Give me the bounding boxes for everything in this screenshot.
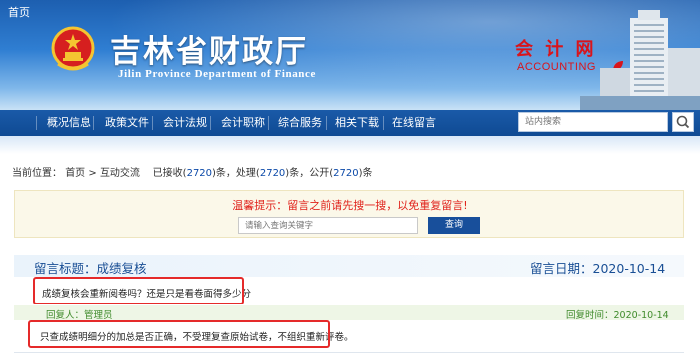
keyword-search-input[interactable]: [238, 217, 418, 234]
message-date-label: 留言日期：: [530, 261, 593, 276]
reply-time-label: 回复时间：: [566, 310, 614, 321]
count-suffix: )条: [358, 168, 373, 179]
nav-item-services[interactable]: 综合服务: [278, 110, 322, 136]
nav-divider: [36, 116, 37, 130]
breadcrumb: 当前位置： 首页 > 互动交流 已接收(2720)条，处理(2720)条，公开(…: [12, 164, 372, 179]
breadcrumb-home[interactable]: 首页: [65, 168, 85, 179]
nav-item-titles[interactable]: 会计职称: [221, 110, 265, 136]
site-subtitle: Jilin Province Department of Finance: [118, 68, 316, 80]
nav-divider: [210, 116, 211, 130]
section-divider: [14, 352, 684, 353]
nav-item-home[interactable]: 首页: [8, 0, 30, 26]
message-title: 留言标题：成绩复核: [34, 258, 147, 277]
site-search-box: [518, 112, 668, 132]
nav-item-regulations[interactable]: 会计法规: [163, 110, 207, 136]
site-search-input[interactable]: [519, 113, 667, 131]
building-image: [580, 10, 700, 110]
nav-shadow-strip: [0, 136, 700, 154]
reply-time: 回复时间：2020-10-14: [566, 307, 669, 321]
breadcrumb-prefix: 当前位置：: [12, 168, 62, 179]
reply-by: 回复人：管理员: [46, 307, 113, 321]
nav-divider: [268, 116, 269, 130]
site-search-button[interactable]: [672, 112, 694, 132]
message-date-value: 2020-10-14: [592, 261, 666, 276]
search-icon: [676, 115, 690, 129]
national-emblem-icon: [51, 26, 95, 71]
received-count: 2720: [186, 168, 213, 179]
answer-highlight-box: [28, 320, 330, 348]
site-title: 吉林省财政厅: [110, 34, 308, 70]
received-label: 已接收(: [152, 168, 187, 179]
breadcrumb-current[interactable]: 互动交流: [100, 168, 140, 179]
public-label: )条，公开(: [285, 168, 334, 179]
nav-item-overview[interactable]: 概况信息: [47, 110, 91, 136]
nav-divider: [383, 116, 384, 130]
question-highlight-box: [33, 277, 244, 305]
message-date: 留言日期：2020-10-14: [530, 258, 665, 277]
public-count: 2720: [333, 168, 359, 179]
tips-box: 温馨提示：留言之前请先搜一搜，以免重复留言! 查询: [14, 190, 684, 238]
processed-count: 2720: [259, 168, 286, 179]
header-banner: 吉林省财政厅 Jilin Province Department of Fina…: [0, 0, 700, 110]
processed-label: )条，处理(: [212, 168, 260, 179]
nav-item-messages[interactable]: 在线留言: [392, 110, 436, 136]
nav-divider: [326, 116, 327, 130]
nav-divider: [152, 116, 153, 130]
message-title-label: 留言标题：: [34, 261, 97, 276]
reply-time-value: 2020-10-14: [613, 310, 669, 321]
breadcrumb-separator: >: [88, 168, 100, 179]
nav-item-policy[interactable]: 政策文件: [105, 110, 149, 136]
message-title-value: 成绩复核: [96, 261, 147, 276]
tips-text: 温馨提示：留言之前请先搜一搜，以免重复留言!: [232, 199, 468, 212]
keyword-search-button[interactable]: 查询: [428, 217, 480, 234]
nav-item-downloads[interactable]: 相关下载: [335, 110, 379, 136]
nav-divider: [93, 116, 94, 130]
